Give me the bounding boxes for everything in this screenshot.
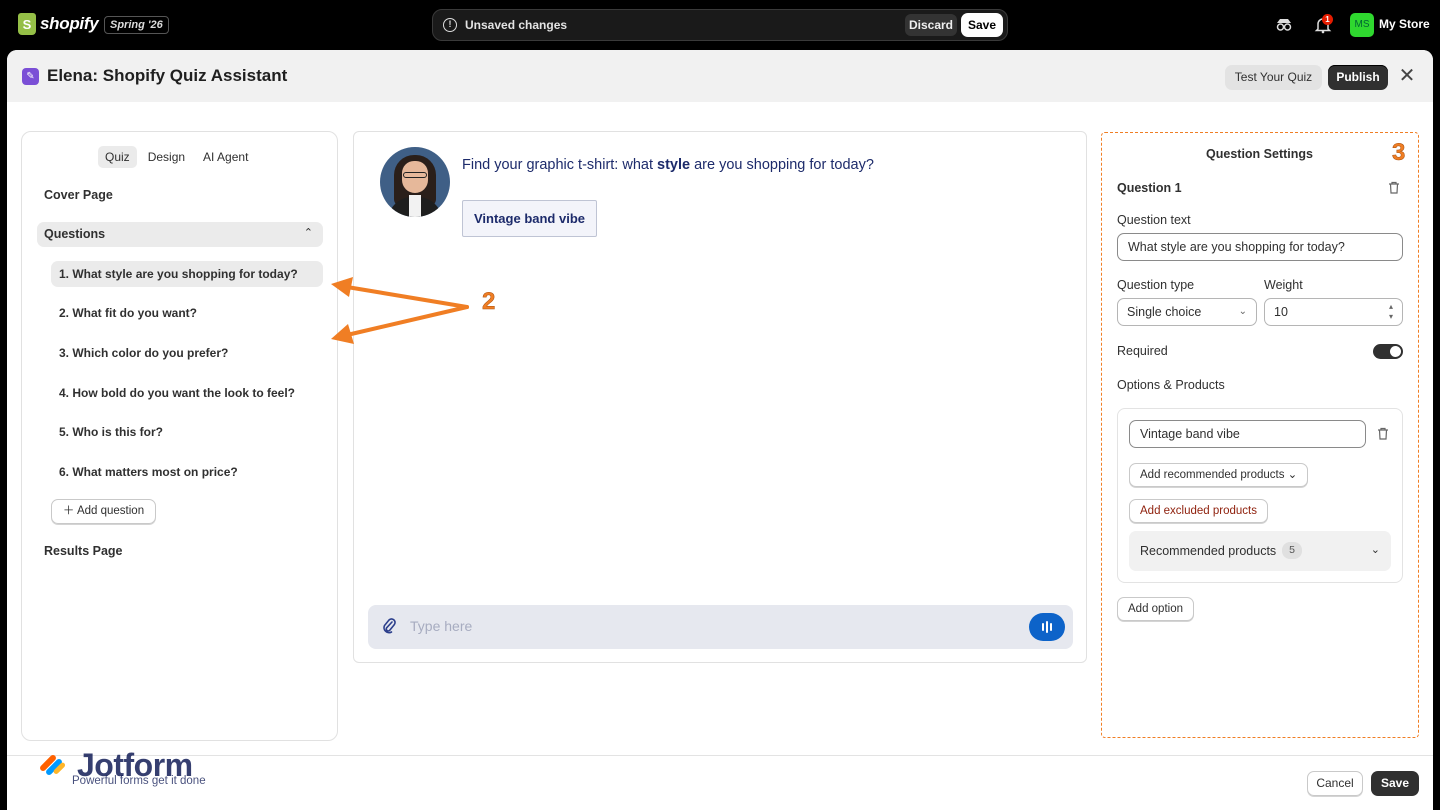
recommended-count-badge: 5 [1282,542,1302,559]
add-excluded-products-button[interactable]: Add excluded products [1129,499,1268,523]
tab-quiz[interactable]: Quiz [98,146,137,168]
app-logo-icon: ✎ [22,68,39,85]
tab-ai-agent[interactable]: AI Agent [196,146,255,168]
annotation-step-3: 3 [1392,139,1406,167]
tab-design[interactable]: Design [141,146,192,168]
app-window: ✎ Elena: Shopify Quiz Assistant Test You… [7,50,1433,810]
chat-input-placeholder: Type here [410,618,473,634]
questions-label: Questions [44,227,106,241]
required-toggle[interactable] [1373,344,1403,359]
question-item-4[interactable]: 4. How bold do you want the look to feel… [51,380,323,406]
paperclip-icon[interactable] [382,617,396,639]
unsaved-changes-text: Unsaved changes [465,18,568,32]
question-item-5[interactable]: 5. Who is this for? [51,419,323,445]
add-recommended-products-button[interactable]: Add recommended products ⌄ [1129,463,1309,487]
shopify-admin-topbar: S shopify Spring '26 ! Unsaved changes D… [0,0,1440,50]
chevron-down-icon: ⌄ [1238,306,1247,317]
question-item-2[interactable]: 2. What fit do you want? [51,300,323,326]
test-quiz-button[interactable]: Test Your Quiz [1225,65,1322,90]
jotform-tagline: Powerful forms get it done [72,775,206,787]
question-type-value: Single choice [1127,305,1202,319]
app-header: ✎ Elena: Shopify Quiz Assistant Test You… [7,50,1433,102]
weight-value: 10 [1274,305,1288,319]
recommended-products-toggle[interactable]: Recommended products 5 ⌄ [1129,531,1391,571]
assistant-avatar [380,147,450,217]
top-save-button[interactable]: Save [961,13,1003,37]
answer-option-chip[interactable]: Vintage band vibe [462,200,597,237]
questions-section-toggle[interactable]: Questions ⌃ [37,222,323,247]
question-text-label: Question text [1117,213,1191,227]
question-heading: Question 1 [1117,181,1182,195]
question-item-3[interactable]: 3. Which color do you prefer? [51,340,323,366]
shopify-logo[interactable]: S shopify [18,13,99,35]
add-option-button[interactable]: Add option [1117,597,1194,621]
quiz-structure-panel: Quiz Design AI Agent Cover Page Question… [21,131,338,741]
question-text-end: are you shopping for today? [690,157,874,173]
required-label: Required [1117,344,1168,358]
edition-badge[interactable]: Spring '26 [104,16,169,34]
weight-label: Weight [1264,278,1303,292]
add-recommended-label: Add recommended products [1140,469,1285,481]
settings-title: Question Settings [1206,147,1313,161]
option-card: Vintage band vibe Add recommended produc… [1117,408,1403,583]
close-icon[interactable]: ✕ [1397,64,1417,88]
question-text-start: Find your graphic t-shirt: what [462,157,658,173]
chevron-down-icon: ⌄ [1370,544,1380,556]
panel-tabs: Quiz Design AI Agent [98,146,255,168]
chat-preview: Find your graphic t-shirt: what style ar… [353,131,1087,663]
store-avatar[interactable]: MS [1350,13,1374,37]
recommended-products-label: Recommended products [1140,544,1277,558]
question-item-1[interactable]: 1. What style are you shopping for today… [51,261,323,287]
preview-question: Find your graphic t-shirt: what style ar… [462,157,874,173]
footer-divider [7,755,1433,756]
publish-button[interactable]: Publish [1328,65,1388,90]
cover-page-item[interactable]: Cover Page [44,188,113,202]
question-type-select[interactable]: Single choice ⌄ [1117,298,1257,326]
incognito-icon[interactable] [1275,16,1293,34]
question-text-bold: style [657,157,691,173]
add-question-label: Add question [76,505,145,517]
shopping-bag-icon: S [18,13,36,35]
chat-input-bar[interactable]: Type here [368,605,1073,649]
unsaved-changes-bar: ! Unsaved changes Discard Save [432,9,1008,41]
annotation-step-2: 2 [482,288,496,316]
delete-question-icon[interactable] [1387,181,1401,195]
voice-input-button[interactable] [1029,613,1065,641]
question-item-6[interactable]: 6. What matters most on price? [51,459,323,485]
chevron-up-icon: ⌃ [303,227,313,239]
delete-option-icon[interactable] [1376,427,1390,441]
question-type-label: Question type [1117,278,1195,292]
brand-name: shopify [40,14,99,33]
weight-stepper[interactable]: 10 ▴ ▾ [1264,298,1403,326]
chevron-down-icon: ⌄ [1287,469,1298,481]
add-question-button[interactable]: ＋ Add question [51,499,156,524]
options-products-label: Options & Products [1117,378,1225,392]
jotform-logo-icon [40,755,66,775]
question-text-input[interactable]: What style are you shopping for today? [1117,233,1403,261]
notification-badge: 1 [1322,14,1333,25]
discard-button[interactable]: Discard [905,14,957,36]
info-icon: ! [443,18,457,32]
plus-icon: ＋ [62,505,75,517]
question-settings-panel: Question Settings 3 Question 1 Question … [1101,132,1419,738]
option-text-input[interactable]: Vintage band vibe [1129,420,1366,448]
save-button[interactable]: Save [1371,771,1419,796]
annotation-arrows [331,277,469,344]
cancel-button[interactable]: Cancel [1307,771,1363,796]
app-title: Elena: Shopify Quiz Assistant [47,66,288,85]
store-name[interactable]: My Store [1379,17,1430,31]
stepper-arrows-icon[interactable]: ▴ ▾ [1386,302,1396,322]
results-page-item[interactable]: Results Page [44,544,123,558]
